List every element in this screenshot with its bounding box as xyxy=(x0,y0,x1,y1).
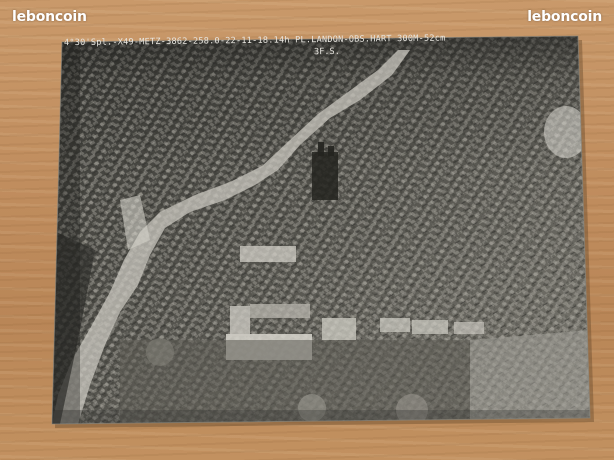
leboncoin-watermark-right: leboncoin xyxy=(527,9,602,25)
aerial-photograph xyxy=(51,35,594,428)
photo-content xyxy=(52,36,590,424)
open-field xyxy=(470,330,590,420)
photo-code: 3F.S. xyxy=(313,46,340,58)
cathedral xyxy=(312,152,338,200)
leboncoin-watermark-left: leboncoin xyxy=(12,9,87,25)
